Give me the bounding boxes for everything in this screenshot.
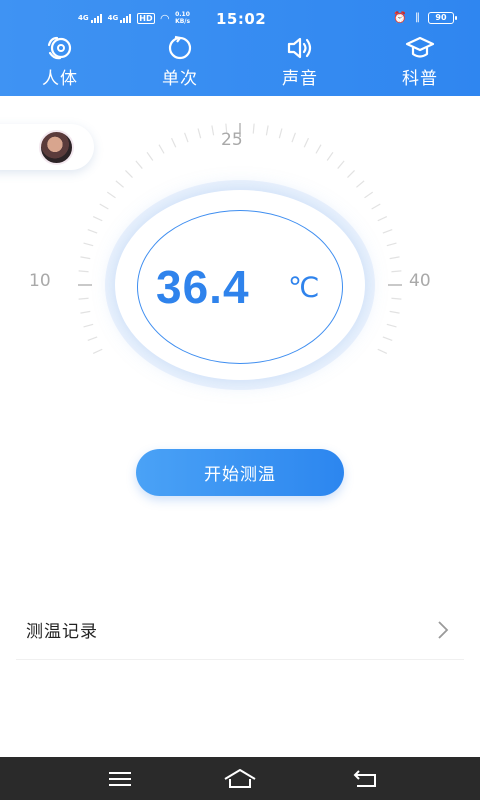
dial-tick	[252, 123, 255, 134]
home-icon	[224, 769, 256, 788]
start-measure-button[interactable]: 开始测温	[136, 449, 344, 496]
thermometer-dial: 25 10 40 36.4 ℃	[0, 120, 480, 420]
menu-icon	[109, 772, 131, 786]
dial-tick	[80, 256, 91, 260]
record-list-item[interactable]: 测温记录	[16, 600, 464, 660]
dial-tick	[87, 229, 98, 234]
tab-single[interactable]: 单次	[120, 34, 240, 90]
tab-science[interactable]: 科普	[360, 34, 480, 90]
temperature-value: 36.4	[156, 261, 250, 313]
dial-tick	[211, 125, 215, 136]
dial-tick	[389, 310, 400, 314]
tab-label: 单次	[162, 69, 198, 89]
battery-icon: 90	[428, 11, 457, 24]
tab-label: 人体	[42, 69, 78, 89]
dial-tick	[92, 215, 103, 222]
status-left: 4G 4G HD ◠ 0.10 KB/s	[78, 11, 190, 25]
nav-menu-button[interactable]	[100, 765, 140, 793]
tab-body[interactable]: 人体	[0, 34, 120, 90]
graduation-cap-icon	[405, 36, 435, 58]
dial-tick	[356, 180, 365, 188]
wifi-icon: ◠	[160, 11, 170, 25]
dial-tick	[291, 132, 296, 143]
dial-tick	[315, 144, 322, 154]
dial-tick	[197, 128, 202, 139]
scale-label-left: 10	[29, 271, 51, 291]
dial-tick	[125, 170, 133, 178]
single-icon	[168, 35, 192, 60]
dial-tick	[377, 215, 388, 222]
dial-tick	[364, 191, 374, 199]
sound-icon	[287, 37, 312, 59]
hd-badge: HD	[137, 12, 155, 24]
dial-tick	[371, 203, 381, 210]
dial-tick	[92, 348, 103, 355]
dial-tick	[386, 323, 397, 328]
dial-tick	[99, 203, 109, 210]
dial-tick	[265, 125, 269, 136]
nav-home-button[interactable]	[220, 765, 260, 793]
dial-tick	[382, 336, 393, 341]
scale-label-right: 40	[409, 271, 431, 291]
dial-tick	[382, 229, 393, 234]
status-right: ⏰ ‖ 90	[393, 11, 457, 24]
system-nav-bar	[0, 757, 480, 800]
status-time: 15:02	[216, 10, 267, 28]
dial-tick	[326, 151, 334, 161]
header: 4G 4G HD ◠ 0.10 KB/s 15:02 ⏰ ‖ 90 人体 单次 …	[0, 0, 480, 96]
temperature-unit: ℃	[288, 271, 320, 304]
dial-tick	[135, 160, 143, 169]
dial-tick	[146, 151, 154, 161]
dial-tick	[83, 323, 94, 328]
record-label: 测温记录	[26, 622, 98, 642]
dial-tick	[158, 144, 165, 154]
dial-tick	[386, 242, 397, 247]
dial-tick	[115, 180, 124, 188]
dial-tick	[83, 242, 94, 247]
dial-tick	[80, 310, 91, 314]
body-icon	[47, 36, 72, 60]
tab-label: 声音	[282, 69, 318, 89]
status-bar: 4G 4G HD ◠ 0.10 KB/s 15:02 ⏰ ‖ 90	[0, 0, 480, 34]
vibrate-icon: ‖	[415, 12, 420, 23]
tab-sound[interactable]: 声音	[240, 34, 360, 90]
dial-tick	[347, 170, 355, 178]
dial-tick	[78, 297, 89, 300]
net-speed: 0.10 KB/s	[175, 11, 191, 25]
back-icon	[353, 770, 376, 787]
dial-tick	[337, 160, 345, 169]
dial-tick	[303, 137, 310, 148]
tab-label: 科普	[402, 69, 438, 89]
nav-back-button[interactable]	[345, 765, 385, 793]
dial-tick	[78, 270, 89, 273]
dial-tick	[377, 348, 388, 355]
dial-tick	[106, 191, 116, 199]
alarm-icon: ⏰	[393, 11, 407, 24]
tab-bar: 人体 单次 声音 科普	[0, 34, 480, 90]
chevron-right-icon	[438, 621, 449, 639]
dial-tick	[391, 270, 402, 273]
dial-tick	[389, 256, 400, 260]
dial-tick	[278, 128, 283, 139]
scale-label-top: 25	[221, 130, 243, 150]
dial-tick	[184, 132, 189, 143]
signal-icon: 4G	[108, 13, 132, 23]
signal-icon: 4G	[78, 13, 102, 23]
dial-tick	[87, 336, 98, 341]
dial-tick	[391, 297, 402, 300]
dial-tick	[170, 137, 177, 148]
